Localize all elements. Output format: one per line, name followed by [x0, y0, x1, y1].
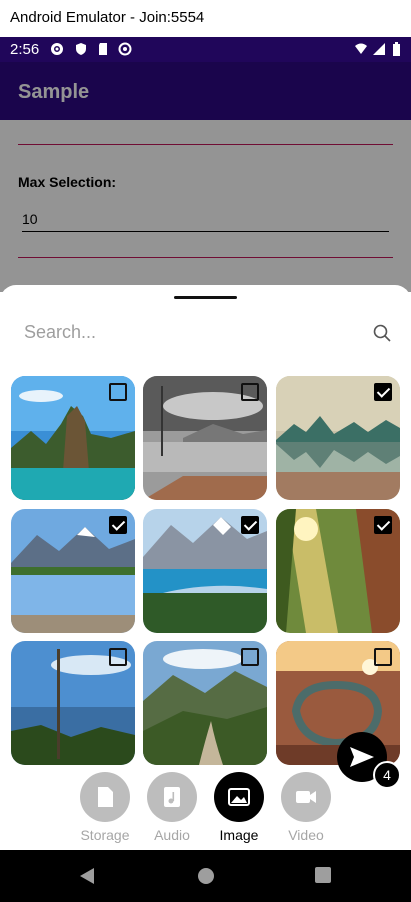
- music-file-icon: [164, 787, 180, 807]
- tab-image-button[interactable]: [214, 772, 264, 822]
- modal-scrim[interactable]: [0, 62, 411, 292]
- tab-audio[interactable]: Audio: [137, 772, 207, 843]
- status-time: 2:56: [10, 41, 40, 58]
- image-tile-forest-sunbeams[interactable]: [276, 509, 400, 633]
- battery-icon: [393, 42, 400, 56]
- system-navigation-bar: [0, 850, 411, 902]
- image-tile-fjord-reflection[interactable]: [276, 376, 400, 500]
- tab-audio-label: Audio: [154, 827, 190, 843]
- select-checkbox[interactable]: [241, 383, 259, 401]
- send-icon: [350, 747, 374, 767]
- shield-icon: [76, 43, 86, 55]
- select-checkbox[interactable]: [109, 648, 127, 666]
- home-icon[interactable]: [197, 867, 215, 885]
- image-icon: [228, 788, 250, 806]
- wifi-icon: [355, 43, 367, 54]
- file-icon: [98, 787, 113, 807]
- select-checkbox[interactable]: [241, 648, 259, 666]
- tab-audio-button[interactable]: [147, 772, 197, 822]
- video-camera-icon: [296, 791, 316, 803]
- tab-video-button[interactable]: [281, 772, 331, 822]
- select-checkbox-checked[interactable]: [374, 516, 392, 534]
- select-checkbox-checked[interactable]: [109, 516, 127, 534]
- cellular-signal-icon: [373, 43, 385, 55]
- tab-storage-button[interactable]: [80, 772, 130, 822]
- tab-storage-label: Storage: [80, 827, 130, 843]
- tab-image[interactable]: Image: [204, 772, 274, 843]
- image-tile-canyon-river[interactable]: [143, 641, 267, 765]
- tab-storage[interactable]: Storage: [70, 772, 140, 843]
- tab-video-label: Video: [288, 827, 324, 843]
- tab-image-label: Image: [219, 827, 259, 843]
- image-tile-mountain-lake[interactable]: [11, 509, 135, 633]
- back-icon[interactable]: [78, 867, 96, 885]
- status-bar: 2:56: [0, 37, 411, 62]
- settings-icon: [51, 43, 63, 55]
- select-checkbox[interactable]: [109, 383, 127, 401]
- sd-card-icon: [99, 43, 107, 55]
- tab-video[interactable]: Video: [271, 772, 341, 843]
- image-tile-lake-pines[interactable]: [11, 641, 135, 765]
- data-saver-icon: [118, 42, 132, 56]
- search-input[interactable]: Search...: [24, 322, 96, 343]
- select-checkbox-checked[interactable]: [241, 516, 259, 534]
- search-icon[interactable]: [372, 323, 392, 343]
- media-type-tabs: Storage Audio Image Video: [0, 772, 411, 850]
- recents-icon[interactable]: [315, 867, 331, 883]
- drag-handle[interactable]: [174, 296, 237, 299]
- window-title: Android Emulator - Join:5554: [0, 0, 411, 37]
- picker-bottom-sheet: Search... 4 Storage Audio Image Video: [0, 285, 411, 850]
- select-checkbox-checked[interactable]: [374, 383, 392, 401]
- image-tile-turquoise-lake[interactable]: [143, 509, 267, 633]
- image-tile-lake-dock[interactable]: [143, 376, 267, 500]
- image-tile-sea-stack[interactable]: [11, 376, 135, 500]
- select-checkbox[interactable]: [374, 648, 392, 666]
